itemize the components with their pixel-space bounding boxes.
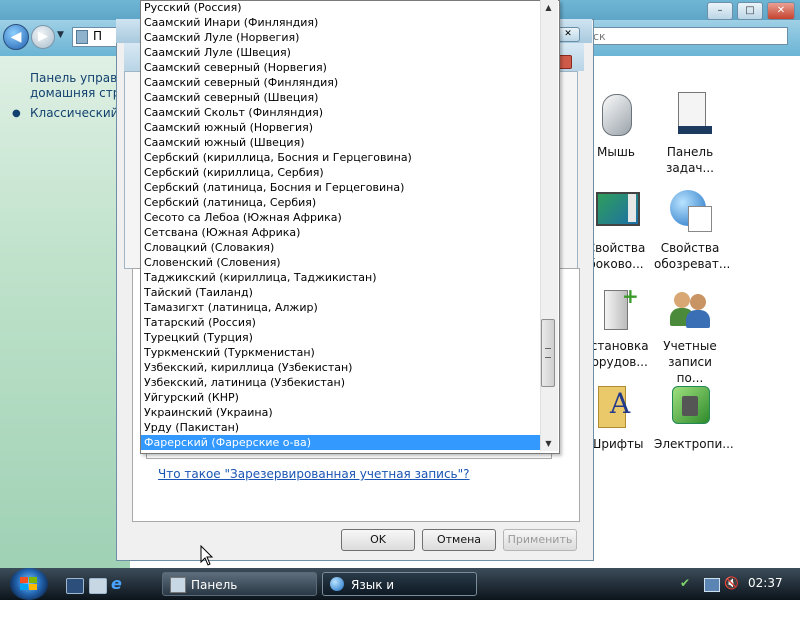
language-option[interactable]: Сербский (кириллица, Босния и Герцеговин… bbox=[141, 150, 541, 165]
language-option[interactable]: Тамазигхт (латиница, Алжир) bbox=[141, 300, 541, 315]
language-option[interactable]: Саамский южный (Швеция) bbox=[141, 135, 541, 150]
language-option[interactable]: Саамский северный (Швеция) bbox=[141, 90, 541, 105]
history-dropdown-icon[interactable]: ▼ bbox=[57, 30, 64, 40]
language-option[interactable]: Узбекский, кириллица (Узбекистан) bbox=[141, 360, 541, 375]
language-option[interactable]: Уйгурский (КНР) bbox=[141, 390, 541, 405]
language-option[interactable]: Словенский (Словения) bbox=[141, 255, 541, 270]
cp-item-taskbar[interactable]: Панель задач... bbox=[654, 92, 726, 176]
language-option[interactable]: Тайский (Таиланд) bbox=[141, 285, 541, 300]
language-option[interactable]: Узбекский, латиница (Узбекистан) bbox=[141, 375, 541, 390]
cp-item-browser-properties[interactable]: Свойства обозреват... bbox=[654, 188, 731, 272]
language-option[interactable]: Саамский Луле (Швеция) bbox=[141, 45, 541, 60]
reserved-account-link[interactable]: Что такое "Зарезервированная учетная зап… bbox=[158, 467, 470, 481]
taskbar-button-regional[interactable]: Язык и региональн... bbox=[322, 572, 477, 616]
language-option[interactable]: Урду (Пакистан) bbox=[141, 420, 541, 435]
address-text: П bbox=[93, 29, 103, 43]
fonts-icon: A bbox=[592, 384, 640, 432]
language-option[interactable]: Саамский южный (Норвегия) bbox=[141, 120, 541, 135]
cp-item-power[interactable]: Электропи... bbox=[654, 384, 734, 452]
globe-icon bbox=[330, 577, 344, 591]
mouse-icon bbox=[592, 92, 640, 140]
cp-item-label: Панель bbox=[666, 145, 714, 159]
sidebar-home-link-line2[interactable]: домашняя стра bbox=[30, 86, 128, 100]
language-option[interactable]: Саамский Скольт (Финляндия) bbox=[141, 105, 541, 120]
mouse-cursor-icon bbox=[200, 545, 214, 566]
cp-item-label: Учетные bbox=[663, 339, 717, 353]
scroll-up-arrow-icon[interactable]: ▲ bbox=[540, 0, 557, 16]
close-button[interactable]: ✕ bbox=[767, 2, 795, 20]
switch-windows-icon[interactable] bbox=[89, 578, 107, 594]
apply-button[interactable]: Применить bbox=[503, 529, 577, 551]
language-option[interactable]: Сербский (латиница, Босния и Герцеговина… bbox=[141, 180, 541, 195]
language-option[interactable]: Таджикский (кириллица, Таджикистан) bbox=[141, 270, 541, 285]
taskbar-button-control-panel[interactable]: Панель управления bbox=[162, 572, 317, 616]
language-option[interactable]: Турецкий (Турция) bbox=[141, 330, 541, 345]
network-tray-icon[interactable] bbox=[704, 578, 720, 592]
taskbar-icon bbox=[666, 92, 714, 140]
scroll-grip-icon bbox=[545, 348, 551, 358]
cp-item-label: Электропи... bbox=[654, 437, 734, 451]
cp-item-label-line2: записи по... bbox=[668, 355, 712, 385]
scroll-down-arrow-icon[interactable]: ▼ bbox=[540, 436, 557, 452]
power-plug-icon bbox=[666, 384, 714, 432]
ok-button[interactable]: OK bbox=[341, 529, 415, 551]
clock[interactable]: 02:37 bbox=[748, 576, 783, 590]
cp-item-label-line2: задач... bbox=[666, 161, 714, 175]
search-placeholder: ск bbox=[593, 30, 606, 43]
minimize-button[interactable]: – bbox=[707, 2, 733, 20]
control-panel-icon bbox=[76, 30, 88, 44]
show-desktop-icon[interactable] bbox=[66, 578, 84, 594]
security-tray-icon[interactable]: ✔ bbox=[680, 576, 690, 590]
language-option[interactable]: Сесото са Лебоа (Южная Африка) bbox=[141, 210, 541, 225]
users-icon bbox=[666, 286, 714, 334]
language-option[interactable]: Словацкий (Словакия) bbox=[141, 240, 541, 255]
taskbar-button-label: Панель управления bbox=[191, 578, 266, 616]
language-option[interactable]: Сербский (латиница, Сербия) bbox=[141, 195, 541, 210]
language-option[interactable]: Туркменский (Туркменистан) bbox=[141, 345, 541, 360]
windows-logo-icon bbox=[20, 577, 38, 591]
language-option[interactable]: Сербский (кириллица, Сербия) bbox=[141, 165, 541, 180]
language-option[interactable]: Саамский Инари (Финляндия) bbox=[141, 15, 541, 30]
language-option[interactable]: Татарский (Россия) bbox=[141, 315, 541, 330]
sidebar-properties-icon bbox=[592, 188, 640, 236]
language-option-selected[interactable]: Фарерский (Фарерские о-ва) bbox=[141, 435, 541, 450]
forward-button[interactable]: ▶ bbox=[31, 25, 55, 49]
maximize-button[interactable]: □ bbox=[737, 2, 763, 20]
hardware-icon: + bbox=[592, 286, 640, 334]
language-list-items: Русский (Россия) Саамский Инари (Финлянди… bbox=[141, 0, 541, 451]
cp-item-label-line2: обозреват... bbox=[654, 257, 731, 271]
language-option[interactable]: Сетсвана (Южная Африка) bbox=[141, 225, 541, 240]
volume-muted-icon[interactable]: 🔇 bbox=[724, 576, 739, 590]
control-panel-icon bbox=[170, 577, 186, 593]
globe-icon bbox=[666, 188, 714, 236]
search-input[interactable]: ск bbox=[588, 27, 788, 45]
language-option[interactable]: Русский (Россия) bbox=[141, 0, 541, 15]
back-button[interactable]: ◀ bbox=[3, 24, 29, 50]
taskbar-button-label: Язык и региональн... bbox=[351, 578, 437, 616]
bullet-icon: ● bbox=[12, 108, 21, 119]
internet-explorer-icon[interactable]: e bbox=[111, 574, 122, 593]
language-option[interactable]: Саамский северный (Финляндия) bbox=[141, 75, 541, 90]
cancel-button[interactable]: Отмена bbox=[422, 529, 496, 551]
sidebar bbox=[0, 56, 130, 568]
sidebar-classic-view-link[interactable]: Классический в bbox=[30, 106, 129, 120]
cp-item-label: Свойства bbox=[660, 241, 720, 255]
language-option[interactable]: Саамский Луле (Норвегия) bbox=[141, 30, 541, 45]
language-option[interactable]: Саамский северный (Норвегия) bbox=[141, 60, 541, 75]
language-option[interactable]: Украинский (Украина) bbox=[141, 405, 541, 420]
cp-item-user-accounts[interactable]: Учетные записи по... bbox=[654, 286, 726, 386]
